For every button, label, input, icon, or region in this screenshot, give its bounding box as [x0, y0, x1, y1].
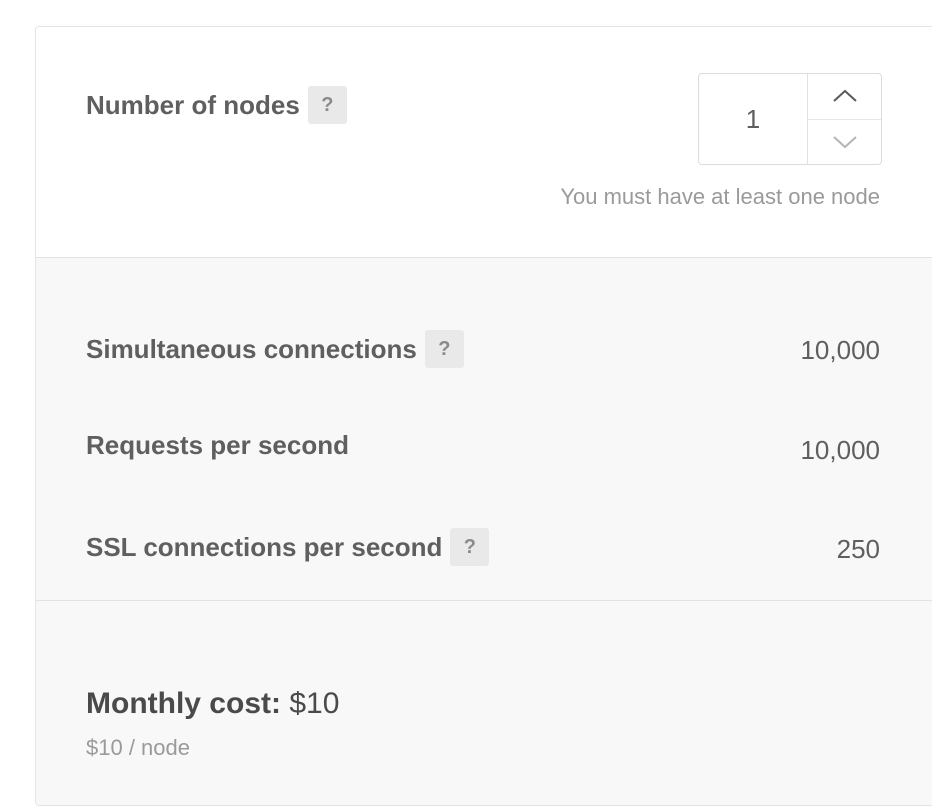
monthly-cost-label: Monthly cost: [86, 687, 281, 720]
cost-section: Monthly cost: $10 $10 / node [36, 601, 932, 805]
spec-row-ssl-connections: SSL connections per second ? [86, 528, 490, 566]
monthly-cost: Monthly cost: $10 [86, 687, 339, 721]
spec-row-simultaneous-connections: Simultaneous connections ? [86, 330, 464, 368]
monthly-cost-value: $10 [289, 687, 340, 720]
nodes-label-text: Number of nodes [86, 89, 300, 120]
nodes-section: Number of nodes ? 1 You must have at lea… [36, 27, 932, 258]
simultaneous-connections-help-button[interactable]: ? [424, 330, 464, 368]
stepper-buttons [808, 74, 881, 164]
ssl-connections-help-button[interactable]: ? [450, 528, 490, 566]
spec-label: SSL connections per second [86, 531, 443, 562]
nodes-count-value[interactable]: 1 [699, 74, 808, 164]
nodes-stepper[interactable]: 1 [698, 73, 882, 165]
spec-label: Simultaneous connections [86, 333, 417, 364]
load-balancer-config-card: Number of nodes ? 1 You must have at lea… [35, 26, 932, 806]
spec-value: 10,000 [800, 435, 880, 465]
chevron-up-icon [832, 89, 857, 102]
spec-label: Requests per second [86, 430, 349, 460]
nodes-hint: You must have at least one node [560, 184, 880, 209]
cost-per-node: $10 / node [86, 735, 190, 760]
spec-row-requests-per-second: Requests per second [86, 430, 349, 461]
spec-value: 10,000 [800, 335, 880, 365]
chevron-down-icon [832, 136, 857, 149]
nodes-help-button[interactable]: ? [307, 86, 347, 124]
spec-value: 250 [836, 534, 880, 564]
nodes-label: Number of nodes ? [86, 86, 347, 124]
specs-section: Simultaneous connections ? 10,000 Reques… [36, 258, 932, 601]
decrement-nodes-button[interactable] [808, 120, 881, 165]
increment-nodes-button[interactable] [808, 74, 881, 120]
